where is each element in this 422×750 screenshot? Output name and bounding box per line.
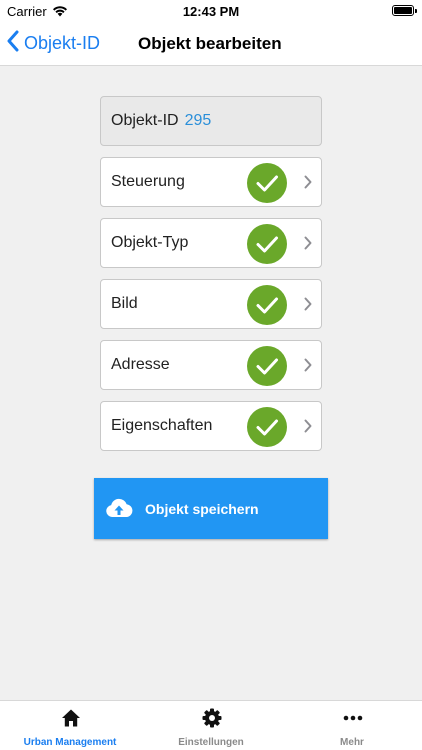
save-object-button[interactable]: Objekt speichern [94,478,328,539]
section-label: Adresse [111,356,170,373]
tab-einstellungen[interactable]: Einstellungen [141,701,281,750]
section-label: Steuerung [111,173,185,190]
section-label: Bild [111,295,138,312]
section-row-bild[interactable]: Bild [100,279,322,329]
tab-bar: Urban Management Einstellungen Mehr [0,700,422,750]
main-content: Objekt-ID 295 Steuerung Objekt-Typ Bild … [0,66,422,700]
save-button-label: Objekt speichern [145,500,259,517]
tab-label: Einstellungen [178,737,244,748]
status-time: 12:43 PM [182,4,240,19]
section-label: Eigenschaften [111,417,213,434]
navigation-bar: Objekt-ID Objekt bearbeiten [0,22,422,66]
more-dots-icon [342,707,364,729]
tab-urban-management[interactable]: Urban Management [0,701,140,750]
check-icon [247,224,287,264]
object-id-value: 295 [184,112,212,129]
section-label: Objekt-Typ [111,234,189,251]
gear-icon [201,707,223,729]
object-id-label: Objekt-ID [111,112,179,129]
tab-mehr[interactable]: Mehr [282,701,422,750]
section-row-eigenschaften[interactable]: Eigenschaften [100,401,322,451]
battery-icon [392,5,417,16]
tab-label: Urban Management [23,737,117,748]
check-icon [247,407,287,447]
check-icon [247,163,287,203]
tab-label: Mehr [340,737,364,748]
chevron-right-icon [304,358,312,377]
chevron-right-icon [304,175,312,194]
chevron-right-icon [304,236,312,255]
status-bar: Carrier 12:43 PM [0,0,422,22]
check-icon [247,346,287,386]
cloud-upload-icon [104,497,134,521]
object-id-card: Objekt-ID 295 [100,96,322,146]
back-button-label: Objekt-ID [24,33,101,53]
section-row-steuerung[interactable]: Steuerung [100,157,322,207]
section-row-objekt-typ[interactable]: Objekt-Typ [100,218,322,268]
chevron-right-icon [304,297,312,316]
page-title: Objekt bearbeiten [138,34,282,53]
back-button[interactable]: Objekt-ID [6,22,100,65]
chevron-right-icon [304,419,312,438]
chevron-left-icon [6,30,24,57]
home-icon [60,707,82,729]
check-icon [247,285,287,325]
section-row-adresse[interactable]: Adresse [100,340,322,390]
